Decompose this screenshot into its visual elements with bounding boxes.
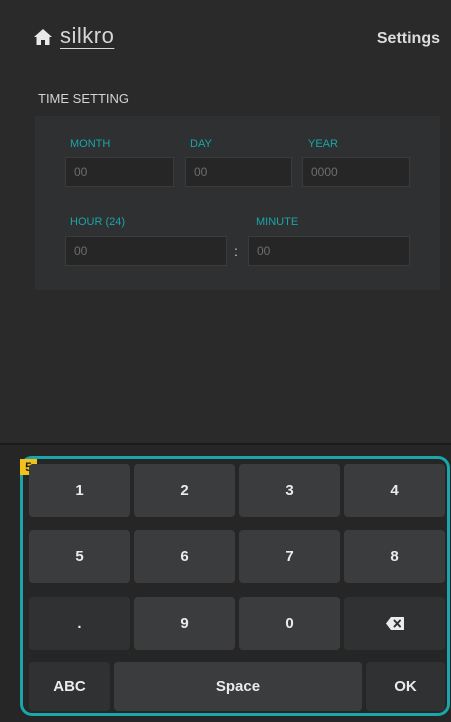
time-separator: : [234, 243, 238, 259]
key-5[interactable]: 5 [29, 530, 130, 583]
year-label: YEAR [308, 138, 338, 150]
backspace-key[interactable] [344, 597, 445, 650]
time-setting-title: TIME SETTING [38, 91, 129, 106]
minute-label: MINUTE [256, 216, 299, 228]
app-logo: silkro [60, 23, 115, 48]
key-8[interactable]: 8 [344, 530, 445, 583]
key-2[interactable]: 2 [134, 464, 235, 517]
home-icon[interactable] [34, 29, 52, 45]
key-7[interactable]: 7 [239, 530, 340, 583]
month-label: MONTH [70, 138, 111, 150]
minute-field[interactable]: 00 [248, 236, 410, 266]
key-4[interactable]: 4 [344, 464, 445, 517]
hour-field[interactable]: 00 [65, 236, 227, 266]
year-field[interactable]: 0000 [302, 157, 410, 187]
key-0[interactable]: 0 [239, 597, 340, 650]
key-1[interactable]: 1 [29, 464, 130, 517]
space-key[interactable]: Space [114, 662, 362, 711]
key-9[interactable]: 9 [134, 597, 235, 650]
key-3[interactable]: 3 [239, 464, 340, 517]
key-6[interactable]: 6 [134, 530, 235, 583]
backspace-icon [385, 617, 404, 630]
day-label: DAY [190, 138, 212, 150]
key-dot[interactable]: . [29, 597, 130, 650]
settings-title: Settings [376, 30, 440, 47]
month-field[interactable]: 00 [65, 157, 174, 187]
hour-label: HOUR (24) [70, 216, 126, 228]
app-header: silkro Settings [0, 0, 451, 80]
abc-key[interactable]: ABC [29, 662, 110, 711]
ok-key[interactable]: OK [366, 662, 445, 711]
day-field[interactable]: 00 [185, 157, 292, 187]
